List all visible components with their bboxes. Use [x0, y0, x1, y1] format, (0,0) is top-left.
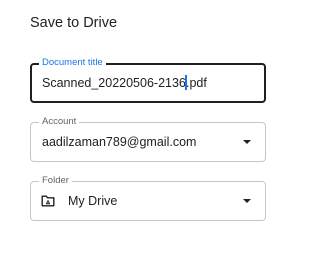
document-title-label: Document title	[39, 57, 106, 69]
drive-folder-icon	[41, 195, 55, 207]
folder-label: Folder	[39, 175, 72, 187]
account-label: Account	[39, 116, 80, 128]
document-title-text-before-cursor: Scanned_20220506-2136	[42, 76, 186, 90]
document-title-input[interactable]: Scanned_20220506-2136.pdf	[42, 75, 207, 91]
dialog-title: Save to Drive	[30, 15, 118, 31]
dropdown-arrow-icon[interactable]	[243, 199, 251, 203]
save-to-drive-dialog: Save to Drive Document title Scanned_202…	[0, 0, 309, 276]
account-value: aadilzaman789@gmail.com	[42, 135, 197, 149]
folder-value: My Drive	[68, 194, 118, 208]
account-select[interactable]: Account aadilzaman789@gmail.com	[30, 116, 266, 162]
dropdown-arrow-icon[interactable]	[243, 140, 251, 144]
folder-select[interactable]: Folder My Drive	[30, 175, 266, 221]
document-title-field[interactable]: Document title Scanned_20220506-2136.pdf	[30, 57, 266, 103]
document-title-text-after-cursor: .pdf	[186, 76, 207, 90]
